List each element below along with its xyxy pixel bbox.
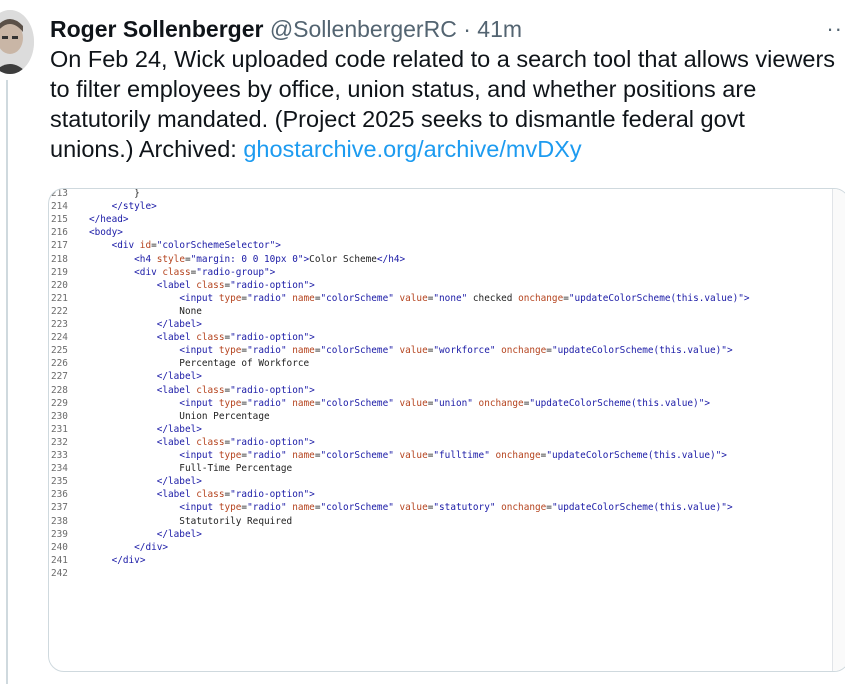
more-options-icon[interactable]: ··	[826, 14, 843, 44]
tweet-text-line: to filter employees by office, union sta…	[50, 76, 757, 102]
code-text: <input type="radio" name="colorScheme" v…	[179, 450, 727, 461]
line-number: 226	[51, 358, 68, 370]
code-text: </label>	[156, 371, 202, 383]
code-screenshot-media[interactable]: 213 } 214 </style> 215 </head> 216 <body> 217 …	[48, 188, 845, 672]
line-number: 231	[51, 423, 68, 435]
tweet-timestamp[interactable]: 41m	[477, 16, 522, 42]
author-name[interactable]: Roger Sollenberger	[50, 16, 263, 42]
line-number: 236	[51, 489, 68, 501]
code-text: </label>	[156, 476, 202, 488]
tweet-header: Roger Sollenberger @SollenbergerRC · 41m	[50, 14, 845, 44]
code-text: <div class="radio-group">	[134, 266, 276, 278]
line-number: 237	[51, 502, 68, 514]
line-number: 218	[51, 253, 68, 265]
line-number: 214	[51, 201, 68, 213]
code-listing: 213 } 214 </style> 215 </head> 216 <body> 217 …	[49, 189, 845, 671]
line-number: 224	[51, 332, 68, 344]
code-text: }	[89, 188, 140, 199]
archive-link[interactable]: ghostarchive.org/archive/mvDXy	[243, 136, 581, 162]
code-text: </div>	[134, 541, 169, 553]
code-text: <label class="radio-option">	[156, 332, 315, 344]
line-number: 228	[51, 384, 68, 396]
tweet-text-line: statutorily mandated. (Project 2025 seek…	[50, 106, 745, 132]
tweet-text: On Feb 24, Wick uploaded code related to…	[50, 44, 845, 164]
line-number: 216	[51, 227, 68, 239]
line-number: 225	[51, 345, 68, 357]
line-number: 230	[51, 410, 68, 422]
code-text: Union Percentage	[89, 410, 270, 422]
line-number: 232	[51, 436, 68, 448]
code-text: None	[89, 305, 202, 317]
line-number: 235	[51, 476, 68, 488]
line-number: 220	[51, 279, 68, 291]
line-number: 238	[51, 515, 68, 527]
code-text: <input type="radio" name="colorScheme" v…	[179, 292, 750, 304]
code-text: <body>	[89, 227, 123, 239]
code-text: Percentage of Workforce	[89, 358, 310, 370]
code-text: </label>	[156, 423, 202, 435]
code-text: <label class="radio-option">	[156, 384, 315, 396]
tweet-text-line-last: unions.) Archived: ghostarchive.org/arch…	[50, 134, 845, 164]
code-text: <label class="radio-option">	[156, 489, 315, 501]
code-text: <label class="radio-option">	[156, 279, 315, 291]
code-text: Statutorily Required	[89, 515, 293, 527]
line-number: 217	[51, 240, 68, 252]
line-number: 234	[51, 463, 68, 475]
tweet-text-segment: unions.) Archived:	[50, 136, 244, 162]
code-scrollbar[interactable]	[832, 189, 845, 671]
code-text: <div id="colorSchemeSelector">	[111, 240, 281, 252]
line-number: 213	[51, 188, 68, 199]
avatar-photo	[0, 10, 34, 74]
author-handle[interactable]: @SollenbergerRC	[270, 16, 457, 42]
thread-connector-line	[6, 80, 8, 684]
line-number: 222	[51, 305, 68, 317]
line-number: 229	[51, 397, 68, 409]
code-text: Full-Time Percentage	[89, 463, 293, 475]
line-number: 239	[51, 528, 68, 540]
code-text: <input type="radio" name="colorScheme" v…	[179, 397, 711, 409]
code-text: <input type="radio" name="colorScheme" v…	[179, 345, 733, 357]
code-text: </label>	[156, 319, 202, 330]
line-number: 221	[51, 292, 68, 304]
line-number: 227	[51, 371, 68, 383]
code-text: <label class="radio-option">	[156, 436, 315, 448]
avatar[interactable]	[0, 10, 34, 74]
line-number: 219	[51, 266, 68, 278]
line-number: 242	[51, 567, 68, 579]
tweet-text-line: On Feb 24, Wick uploaded code related to…	[50, 46, 836, 72]
line-number: 240	[51, 541, 68, 553]
code-text: </style>	[111, 201, 157, 213]
line-number: 215	[51, 214, 68, 226]
code-text: </div>	[111, 554, 146, 566]
line-number: 233	[51, 450, 68, 461]
line-number: 241	[51, 554, 68, 566]
code-text: </head>	[89, 214, 129, 226]
code-text: <h4 style="margin: 0 0 10px 0">Color Sch…	[134, 253, 406, 265]
code-text: </label>	[156, 528, 202, 540]
header-separator: ·	[463, 16, 471, 42]
code-text: <input type="radio" name="colorScheme" v…	[179, 502, 733, 514]
line-number: 223	[51, 319, 68, 330]
